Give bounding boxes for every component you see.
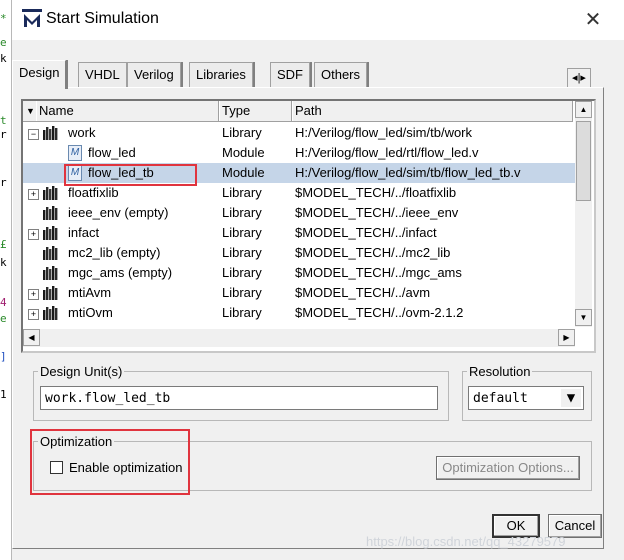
row-type: Library bbox=[222, 185, 262, 200]
tab-design[interactable]: Design bbox=[12, 60, 67, 89]
row-path: $MODEL_TECH/../mc2_lib bbox=[295, 245, 451, 260]
row-path: H:/Verilog/flow_led/sim/tb/flow_led_tb.v bbox=[295, 165, 521, 180]
tab-libraries[interactable]: Libraries bbox=[189, 62, 253, 87]
row-name: infact bbox=[68, 225, 100, 240]
library-icon bbox=[43, 126, 58, 140]
library-icon bbox=[43, 206, 58, 220]
row-type: Library bbox=[222, 285, 262, 300]
row-path: $MODEL_TECH/../avm bbox=[295, 285, 431, 300]
window-title: Start Simulation bbox=[46, 10, 159, 27]
tree-row[interactable]: − work Library H:/Verilog/flow_led/sim/tb/w… bbox=[23, 123, 575, 143]
row-type: Module bbox=[222, 145, 265, 160]
vertical-scroll-thumb[interactable] bbox=[576, 121, 591, 201]
row-name: mc2_lib (empty) bbox=[68, 245, 161, 260]
expand-icon[interactable]: + bbox=[28, 189, 39, 200]
collapse-icon[interactable]: − bbox=[28, 129, 39, 140]
row-type: Module bbox=[222, 165, 265, 180]
row-path: $MODEL_TECH/../floatfixlib bbox=[295, 185, 457, 200]
row-path: $MODEL_TECH/../infact bbox=[295, 225, 437, 240]
row-path: H:/Verilog/flow_led/sim/tb/work bbox=[295, 125, 473, 140]
annotation-highlight-flow-led-tb bbox=[64, 164, 197, 186]
row-type: Library bbox=[222, 225, 262, 240]
scroll-right-icon[interactable]: ▶ bbox=[558, 329, 575, 346]
sort-arrow-icon[interactable]: ▼ bbox=[26, 106, 35, 116]
row-name: mtiOvm bbox=[68, 305, 113, 320]
tree-row[interactable]: + floatfixlib Library $MODEL_TECH/../floatf… bbox=[23, 183, 575, 203]
scroll-down-icon[interactable]: ▼ bbox=[575, 309, 592, 326]
tab-sdf[interactable]: SDF bbox=[270, 62, 310, 87]
tab-vhdl[interactable]: VHDL bbox=[78, 62, 127, 87]
row-path: $MODEL_TECH/../ieee_env bbox=[295, 205, 459, 220]
row-type: Library bbox=[222, 265, 262, 280]
row-name: work bbox=[68, 125, 96, 140]
column-header-name[interactable]: Name bbox=[36, 101, 219, 121]
row-name: ieee_env (empty) bbox=[68, 205, 169, 220]
library-icon bbox=[43, 246, 58, 260]
horizontal-scrollbar[interactable]: ◀ ▶ bbox=[23, 329, 575, 347]
row-path: H:/Verilog/flow_led/rtl/flow_led.v bbox=[295, 145, 479, 160]
row-type: Library bbox=[222, 205, 262, 220]
row-name: mtiAvm bbox=[68, 285, 112, 300]
tree-row[interactable]: mgc_ams (empty) Library $MODEL_TECH/../mgc… bbox=[23, 263, 575, 283]
resolution-select[interactable]: default ▼ bbox=[468, 386, 584, 410]
column-header-path[interactable]: Path bbox=[292, 101, 573, 121]
scroll-up-icon[interactable]: ▲ bbox=[575, 101, 592, 118]
tree-body: − work Library H:/Verilog/flow_led/sim/tb/w… bbox=[23, 123, 575, 323]
expand-icon[interactable]: + bbox=[28, 289, 39, 300]
row-name: flow_led bbox=[88, 145, 136, 160]
scroll-left-icon[interactable]: ◀ bbox=[23, 329, 40, 346]
library-icon bbox=[43, 306, 58, 320]
expand-icon[interactable]: + bbox=[28, 229, 39, 240]
modelsim-logo-icon bbox=[22, 9, 42, 27]
library-icon bbox=[43, 226, 58, 240]
resolution-value: default bbox=[473, 391, 528, 406]
module-icon: M bbox=[68, 145, 82, 161]
design-unit-input[interactable]: work.flow_led_tb bbox=[40, 386, 438, 410]
tree-row[interactable]: ieee_env (empty) Library $MODEL_TECH/../ie… bbox=[23, 203, 575, 223]
close-button[interactable]: ✕ bbox=[578, 6, 608, 34]
tree-header: ▼ Name Type Path bbox=[23, 101, 573, 122]
row-type: Library bbox=[222, 125, 262, 140]
tree-row[interactable]: + mtiAvm Library $MODEL_TECH/../avm bbox=[23, 283, 575, 303]
annotation-highlight-optimization bbox=[30, 429, 190, 495]
row-path: $MODEL_TECH/../ovm-2.1.2 bbox=[295, 305, 464, 320]
tree-row[interactable]: + mtiOvm Library $MODEL_TECH/../ovm-2.1.2 bbox=[23, 303, 575, 323]
title-bar: Start Simulation ✕ bbox=[12, 0, 624, 40]
tab-verilog[interactable]: Verilog bbox=[127, 62, 181, 87]
tab-others[interactable]: Others bbox=[314, 62, 368, 87]
library-icon bbox=[43, 286, 58, 300]
dropdown-arrow-icon[interactable]: ▼ bbox=[561, 389, 581, 407]
row-path: $MODEL_TECH/../mgc_ams bbox=[295, 265, 462, 280]
design-tree: ▼ Name Type Path − work Library H:/Verilog/… bbox=[21, 99, 596, 353]
row-type: Library bbox=[222, 305, 262, 320]
tree-row[interactable]: mc2_lib (empty) Library $MODEL_TECH/../mc2… bbox=[23, 243, 575, 263]
vertical-scrollbar[interactable]: ▲ ▼ bbox=[575, 101, 592, 327]
library-icon bbox=[43, 186, 58, 200]
library-icon bbox=[43, 266, 58, 280]
expand-icon[interactable]: + bbox=[28, 309, 39, 320]
watermark: https://blog.csdn.net/qq_43279579 bbox=[366, 534, 566, 549]
tab-scroll-arrows[interactable]: ◂|▸ bbox=[567, 68, 591, 88]
column-header-type[interactable]: Type bbox=[219, 101, 292, 121]
optimization-options-button[interactable]: Optimization Options... bbox=[436, 456, 580, 480]
row-name: floatfixlib bbox=[68, 185, 119, 200]
row-name: mgc_ams (empty) bbox=[68, 265, 173, 280]
resolution-label: Resolution bbox=[467, 364, 533, 379]
tree-row[interactable]: Mflow_led Module H:/Verilog/flow_led/rtl/f… bbox=[23, 143, 575, 163]
tree-row[interactable]: + infact Library $MODEL_TECH/../infact bbox=[23, 223, 575, 243]
design-unit-label: Design Unit(s) bbox=[38, 364, 125, 379]
row-type: Library bbox=[222, 245, 262, 260]
background-editor-strip: * e k t r r £ k 4 e ] 1 bbox=[0, 0, 11, 560]
